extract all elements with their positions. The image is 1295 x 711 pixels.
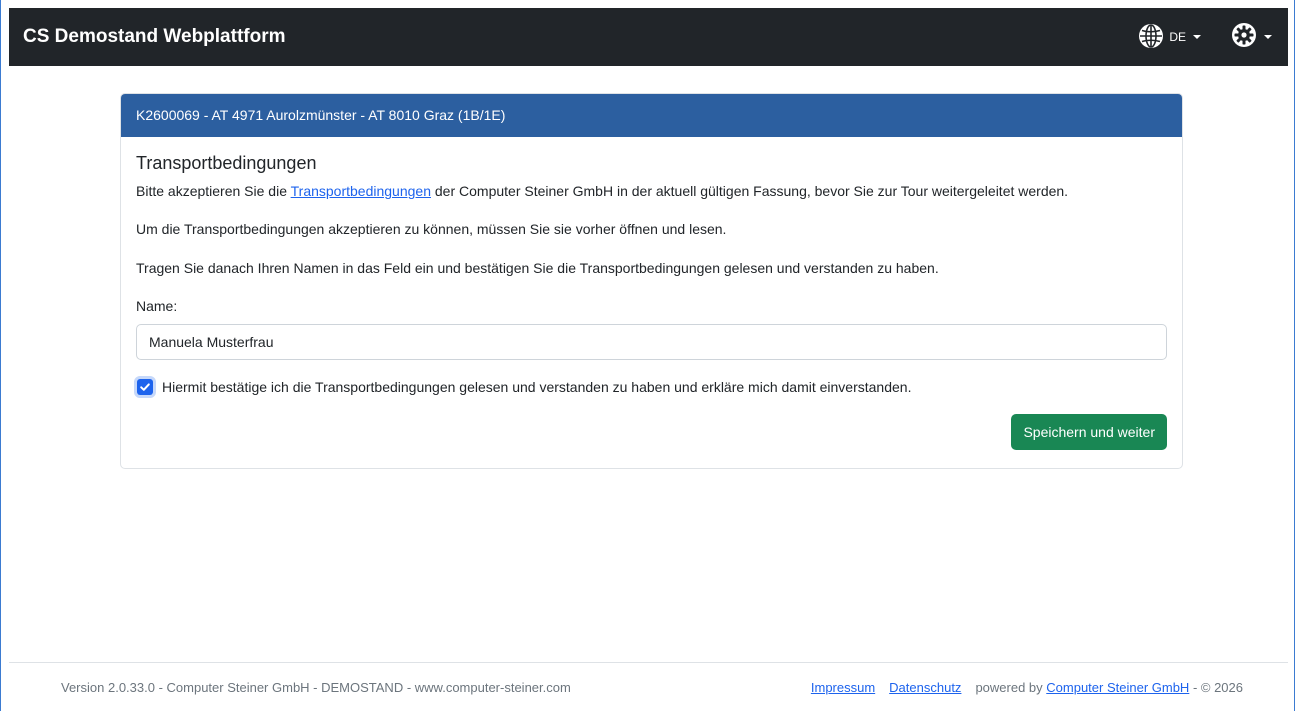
app-frame: CS Demostand Webplattform DE K2600069 - … [0,0,1295,711]
button-row: Speichern und weiter [136,414,1167,450]
card-body: Transportbedingungen Bitte akzeptieren S… [121,137,1182,450]
name-input[interactable] [136,324,1167,360]
settings-dropdown[interactable] [1231,22,1272,53]
language-label: DE [1169,30,1186,44]
name-label: Name: [136,298,178,314]
transport-card: K2600069 - AT 4971 Aurolzmünster - AT 80… [120,93,1183,469]
confirm-row: Hiermit bestätige ich die Transportbedin… [134,376,1167,398]
impressum-link[interactable]: Impressum [811,680,875,695]
intro-text-start: Bitte akzeptieren Sie die [136,183,291,199]
language-dropdown[interactable]: DE [1138,23,1201,52]
footer-links: Impressum Datenschutz powered by Compute… [811,680,1243,695]
transportbedingungen-link[interactable]: Transportbedingungen [291,183,431,199]
powered-by-text: powered by [975,679,1047,695]
globe-icon [1138,23,1169,52]
instruction-paragraph-2: Tragen Sie danach Ihren Namen in das Fel… [136,260,939,276]
intro-text-end: der Computer Steiner GmbH in der aktuell… [431,183,1069,199]
company-link[interactable]: Computer Steiner GmbH [1046,680,1189,695]
card-title: Transportbedingungen [136,153,317,173]
chevron-down-icon [1264,35,1272,39]
top-navbar: CS Demostand Webplattform DE [9,8,1288,66]
card-header: K2600069 - AT 4971 Aurolzmünster - AT 80… [121,94,1182,137]
page-footer: Version 2.0.33.0 - Computer Steiner GmbH… [9,662,1288,711]
instruction-paragraph-1: Um die Transportbedingungen akzeptieren … [136,221,727,237]
chevron-down-icon [1193,35,1201,39]
save-and-continue-button[interactable]: Speichern und weiter [1011,414,1167,450]
confirm-label[interactable]: Hiermit bestätige ich die Transportbedin… [162,379,911,395]
gear-icon [1231,22,1257,53]
confirm-checkbox[interactable] [134,376,156,398]
datenschutz-link[interactable]: Datenschutz [889,680,961,695]
checkmark-icon [140,383,150,391]
copyright-text: - © 2026 [1189,679,1243,695]
navbar-right: DE [1138,22,1288,53]
intro-paragraph: Bitte akzeptieren Sie die Transportbedin… [136,182,1167,201]
version-text: Version 2.0.33.0 - Computer Steiner GmbH… [61,679,571,695]
brand-title[interactable]: CS Demostand Webplattform [23,26,286,48]
